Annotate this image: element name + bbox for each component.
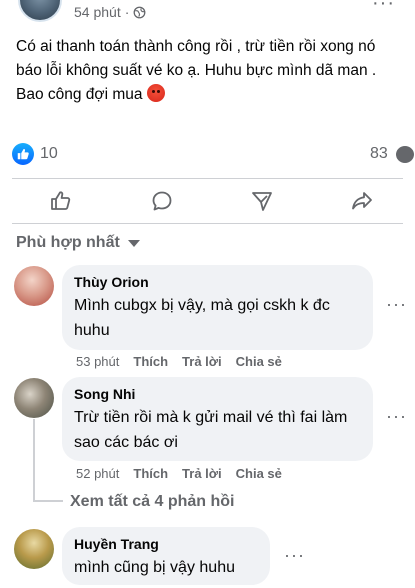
post-header: 54 phút · ··· bbox=[0, 0, 415, 28]
like-count[interactable]: 10 bbox=[40, 145, 58, 163]
comment-text: mình cũng bị vậy huhu bbox=[74, 559, 235, 576]
reply-link[interactable]: Trả lời bbox=[182, 466, 222, 481]
like-button[interactable] bbox=[46, 187, 76, 215]
comment-bubble: Song Nhi Trừ tiền rồi mà k gửi mail vé t… bbox=[62, 377, 373, 461]
post-text: Có ai thanh toán thành công rồi , trừ ti… bbox=[16, 35, 401, 107]
commenter-name[interactable]: Huyền Trang bbox=[74, 535, 258, 553]
like-icon bbox=[51, 191, 71, 210]
commenter-name[interactable]: Song Nhi bbox=[74, 385, 361, 403]
share-link[interactable]: Chia sẻ bbox=[236, 466, 282, 481]
caret-down-icon bbox=[127, 239, 140, 247]
share-button[interactable] bbox=[347, 187, 377, 215]
comment-meta: 53 phút Thích Trả lời Chia sẻ bbox=[76, 354, 282, 369]
post-meta: 54 phút · bbox=[74, 4, 146, 20]
comment-text: Mình cubgx bị vậy, mà gọi cskh k đc huhu bbox=[74, 297, 330, 339]
comment-count[interactable]: 83 bbox=[370, 145, 388, 163]
post-more-button[interactable]: ··· bbox=[372, 0, 395, 15]
comment-time[interactable]: 53 phút bbox=[76, 354, 119, 369]
reaction-stats: 10 83 bbox=[0, 140, 415, 168]
globe-icon bbox=[133, 6, 146, 18]
comment-more-button[interactable]: ··· bbox=[386, 406, 407, 427]
reply-link[interactable]: Trả lời bbox=[182, 354, 222, 369]
comment-more-button[interactable]: ··· bbox=[386, 294, 407, 315]
like-reaction-icon[interactable] bbox=[12, 143, 34, 165]
comment-more-button[interactable]: ··· bbox=[284, 545, 305, 566]
view-all-replies-link[interactable]: Xem tất cả 4 phản hồi bbox=[70, 493, 234, 511]
share-link[interactable]: Chia sẻ bbox=[236, 354, 282, 369]
comment-meta: 52 phút Thích Trả lời Chia sẻ bbox=[76, 466, 282, 481]
separator-dot: · bbox=[124, 4, 130, 20]
send-icon bbox=[252, 192, 272, 211]
avatar[interactable] bbox=[14, 378, 54, 418]
divider bbox=[12, 178, 403, 179]
action-bar bbox=[0, 183, 415, 219]
like-link[interactable]: Thích bbox=[133, 354, 168, 369]
comment-time[interactable]: 52 phút bbox=[76, 466, 119, 481]
angry-face-emoji-icon bbox=[146, 84, 165, 102]
author-avatar[interactable] bbox=[18, 0, 62, 22]
sort-dropdown[interactable]: Phù hợp nhất bbox=[16, 234, 140, 252]
thread-line bbox=[33, 419, 35, 500]
post-body: Có ai thanh toán thành công rồi , trừ ti… bbox=[16, 38, 377, 103]
comment-bubble: Huyền Trang mình cũng bị vậy huhu bbox=[62, 527, 270, 585]
avatar[interactable] bbox=[14, 266, 54, 306]
avatar[interactable] bbox=[14, 529, 54, 569]
share-icon bbox=[352, 192, 372, 210]
comment-icon bbox=[152, 191, 172, 211]
sort-label: Phù hợp nhất bbox=[16, 234, 120, 251]
send-button[interactable] bbox=[247, 187, 277, 215]
comment-text: Trừ tiền rồi mà k gửi mail vé thì fai là… bbox=[74, 409, 348, 451]
divider bbox=[12, 223, 403, 224]
post-time[interactable]: 54 phút bbox=[74, 4, 121, 20]
comment-button[interactable] bbox=[147, 187, 177, 215]
like-link[interactable]: Thích bbox=[133, 466, 168, 481]
thread-line bbox=[33, 500, 63, 502]
commenter-name[interactable]: Thùy Orion bbox=[74, 273, 361, 291]
comment-bubble-icon bbox=[396, 146, 414, 163]
comment-bubble: Thùy Orion Mình cubgx bị vậy, mà gọi csk… bbox=[62, 265, 373, 350]
